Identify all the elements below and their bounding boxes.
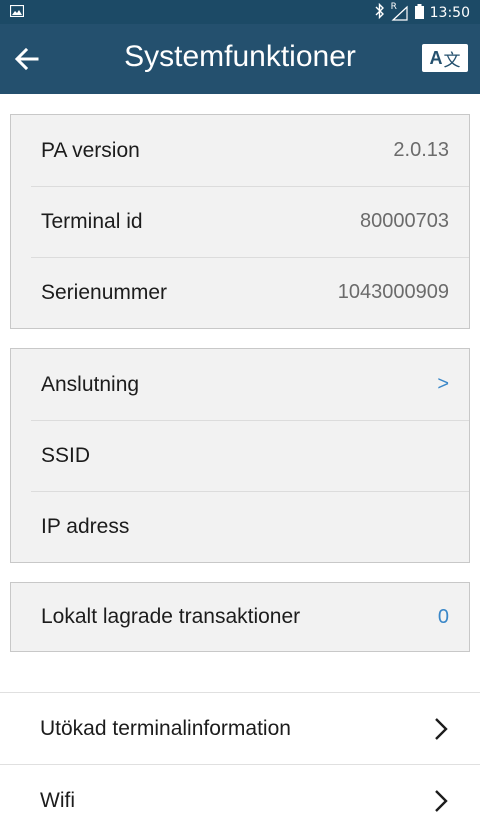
battery-icon xyxy=(414,3,424,23)
page-title: Systemfunktioner xyxy=(124,40,356,73)
chevron-right-icon xyxy=(435,718,448,740)
menu-item-extended-terminal-info[interactable]: Utökad terminalinformation xyxy=(0,692,480,764)
menu-item-label: Wifi xyxy=(40,789,75,812)
info-label: Serienummer xyxy=(41,281,168,304)
stored-transactions-label: Lokalt lagrade transaktioner xyxy=(41,605,301,628)
connection-label: Anslutning xyxy=(41,373,140,396)
info-value: 80000703 xyxy=(360,210,449,232)
chevron-right-icon: > xyxy=(437,373,449,395)
language-icon-cjk: 文 xyxy=(443,50,461,71)
info-row-terminal-id: Terminal id 80000703 xyxy=(11,186,469,257)
settings-menu: Utökad terminalinformation Wifi xyxy=(0,692,480,836)
language-button[interactable]: A 文 xyxy=(422,44,468,72)
ip-address-row: IP adress xyxy=(11,491,469,562)
info-row-pa-version: PA version 2.0.13 xyxy=(11,115,469,186)
chevron-right-icon xyxy=(435,790,448,812)
transactions-card: Lokalt lagrade transaktioner 0 xyxy=(10,582,470,652)
stored-transactions-row[interactable]: Lokalt lagrade transaktioner 0 xyxy=(11,583,469,651)
roaming-indicator: R xyxy=(390,2,397,12)
image-icon xyxy=(9,4,25,21)
status-time: 13:50 xyxy=(429,5,470,21)
connection-card: Anslutning > SSID IP adress xyxy=(10,348,470,563)
info-value: 1043000909 xyxy=(337,281,449,303)
menu-item-label: Utökad terminalinformation xyxy=(40,717,291,740)
connection-row[interactable]: Anslutning > xyxy=(11,349,469,420)
signal-roaming-icon: R xyxy=(390,2,409,21)
stored-transactions-count: 0 xyxy=(437,606,449,628)
info-row-serial-number: Serienummer 1043000909 xyxy=(11,257,469,328)
ip-address-label: IP adress xyxy=(41,515,130,538)
info-value: 2.0.13 xyxy=(393,139,449,161)
language-icon-latin: A xyxy=(429,47,443,68)
status-bar: R 13:50 xyxy=(0,0,480,24)
menu-item-wifi[interactable]: Wifi xyxy=(0,764,480,836)
app-bar: Systemfunktioner A 文 xyxy=(0,24,480,94)
ssid-row: SSID xyxy=(11,420,469,491)
info-label: PA version xyxy=(41,139,140,162)
info-card: PA version 2.0.13 Terminal id 80000703 S… xyxy=(10,114,470,329)
info-label: Terminal id xyxy=(41,210,143,233)
bluetooth-icon xyxy=(375,2,385,23)
ssid-label: SSID xyxy=(41,444,91,467)
